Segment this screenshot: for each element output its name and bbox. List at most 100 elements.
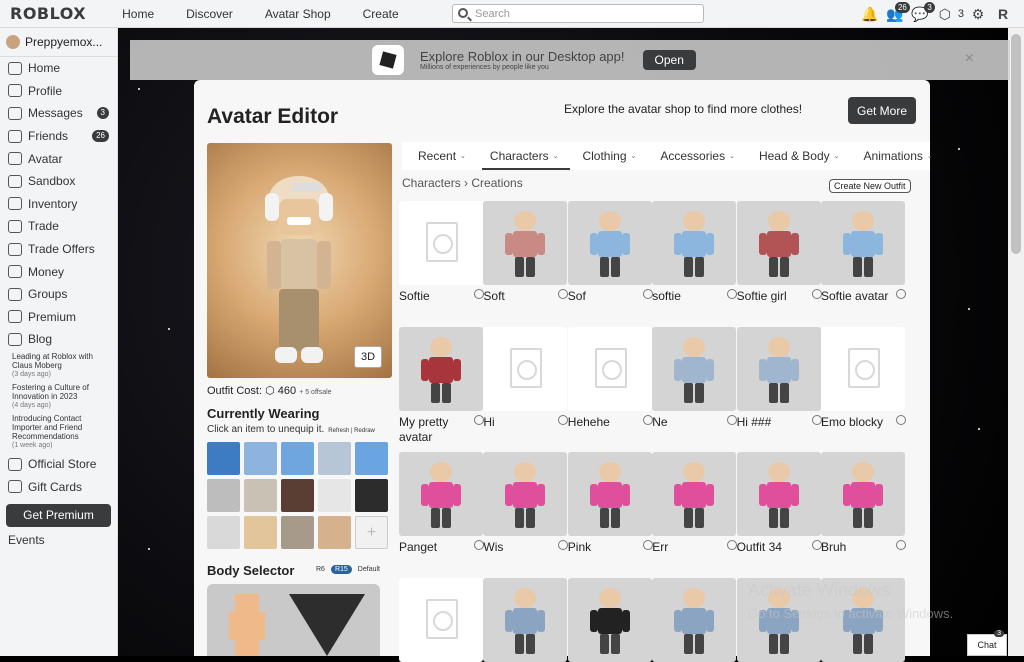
outfit-thumbnail[interactable] [399, 201, 483, 285]
outfit-card[interactable]: Pink [567, 452, 653, 555]
outfit-thumbnail[interactable] [567, 577, 652, 662]
avatar-preview[interactable]: 3D [207, 143, 392, 378]
outfit-thumbnail[interactable] [399, 452, 483, 536]
outfit-thumbnail[interactable] [483, 201, 568, 285]
outfit-card[interactable] [483, 577, 568, 662]
worn-item[interactable] [244, 479, 277, 512]
r6-option[interactable]: R6 [316, 566, 325, 573]
outfit-card[interactable]: Soft [483, 201, 569, 304]
outfit-thumbnail[interactable] [567, 201, 652, 285]
nav-home[interactable]: Home [106, 7, 170, 21]
outfit-thumbnail[interactable] [483, 452, 568, 536]
outfit-card[interactable]: Hi [483, 326, 569, 430]
outfit-card[interactable]: Softie girl [736, 201, 822, 304]
sidebar-item-inventory[interactable]: Inventory [0, 193, 117, 216]
body-selector-canvas[interactable] [207, 584, 380, 656]
sidebar-item-groups[interactable]: Groups [0, 283, 117, 306]
outfit-card[interactable]: Panget [399, 452, 484, 555]
gear-icon[interactable] [896, 289, 906, 299]
outfit-thumbnail[interactable] [652, 577, 737, 662]
sidebar-item-trade[interactable]: Trade [0, 215, 117, 238]
outfit-thumbnail[interactable] [567, 326, 652, 411]
sidebar-item-avatar[interactable]: Avatar [0, 147, 117, 170]
outfit-thumbnail[interactable] [652, 326, 737, 411]
outfit-thumbnail[interactable] [736, 326, 821, 411]
nav-create[interactable]: Create [347, 7, 415, 21]
get-premium-button[interactable]: Get Premium [6, 503, 111, 527]
worn-item[interactable] [244, 442, 277, 475]
sidebar-item-premium[interactable]: Premium [0, 306, 117, 329]
tab-head-body[interactable]: Head & Body ⌄ [743, 142, 848, 170]
robux-icon[interactable]: ⬡ [934, 3, 956, 25]
worn-item[interactable] [281, 516, 314, 549]
outfit-card[interactable]: Softie [399, 201, 484, 304]
worn-item[interactable] [355, 479, 388, 512]
outfit-card[interactable] [567, 577, 652, 662]
outfit-thumbnail[interactable] [483, 577, 568, 662]
blog-post[interactable]: Leading at Roblox with Claus Moberg (3 da… [0, 351, 117, 382]
sidebar-item-sandbox[interactable]: Sandbox [0, 170, 117, 193]
outfit-card[interactable]: Ne [652, 326, 738, 430]
outfit-card[interactable]: Wis [483, 452, 569, 555]
tab-clothing[interactable]: Clothing ⌄ [566, 142, 644, 170]
nav-avatar-shop[interactable]: Avatar Shop [249, 7, 347, 21]
outfit-card[interactable]: Hehehe [567, 326, 653, 430]
search-input[interactable]: Search [452, 4, 704, 23]
outfit-card[interactable]: Sof [567, 201, 653, 304]
worn-item[interactable] [207, 516, 240, 549]
create-new-outfit-button[interactable]: Create New Outfit [829, 179, 911, 193]
refresh-redraw-link[interactable]: Refresh | Redraw [328, 428, 375, 434]
outfit-thumbnail[interactable] [399, 577, 483, 662]
tab-characters[interactable]: Characters ⌄ [474, 142, 571, 170]
outfit-thumbnail[interactable] [567, 452, 652, 536]
worn-item[interactable] [281, 479, 314, 512]
outfit-thumbnail[interactable] [736, 452, 821, 536]
chat-button[interactable]: Chat 3 [967, 630, 1007, 656]
friends-icon[interactable]: 👥 26 [884, 2, 910, 25]
messages-icon[interactable]: 💬 3 [909, 2, 935, 25]
roblox-logo[interactable]: ROBLOX [10, 4, 86, 23]
worn-item[interactable] [281, 442, 314, 475]
nav-discover[interactable]: Discover [170, 7, 249, 21]
open-app-button[interactable]: Open [642, 50, 696, 70]
settings-gear-icon[interactable]: ⚙ [967, 3, 989, 25]
notifications-icon[interactable]: 🔔 [859, 3, 881, 25]
sidebar-item-trade-offers[interactable]: Trade Offers [0, 238, 117, 261]
outfit-thumbnail[interactable] [821, 452, 905, 536]
close-icon[interactable]: × [965, 50, 974, 68]
worn-item[interactable] [318, 442, 351, 475]
worn-item[interactable] [207, 442, 240, 475]
sidebar-item-events[interactable]: Events [0, 533, 117, 547]
outfit-thumbnail[interactable] [821, 326, 905, 411]
outfit-thumbnail[interactable] [821, 201, 905, 285]
outfit-thumbnail[interactable] [399, 326, 483, 411]
blog-post[interactable]: Introducing Contact Importer and Friend … [0, 413, 117, 453]
sidebar-item-money[interactable]: Money [0, 260, 117, 283]
outfit-card[interactable]: Emo blocky [821, 326, 906, 430]
sidebar-item-gift-cards[interactable]: Gift Cards [0, 475, 117, 498]
tab-recent[interactable]: Recent ⌄ [402, 142, 474, 170]
outfit-card[interactable] [399, 577, 483, 662]
worn-item[interactable] [318, 479, 351, 512]
sidebar-item-friends[interactable]: Friends 26 [0, 125, 117, 148]
sidebar-item-messages[interactable]: Messages 3 [0, 102, 117, 125]
sidebar-item-official-store[interactable]: Official Store [0, 453, 117, 476]
outfit-card[interactable] [652, 577, 737, 662]
roblox-r-icon[interactable]: R [992, 3, 1014, 25]
worn-item[interactable] [244, 516, 277, 549]
sidebar-item-home[interactable]: Home [0, 57, 117, 80]
outfit-thumbnail[interactable] [736, 201, 821, 285]
add-item-button[interactable]: + [355, 516, 388, 549]
toggle-3d-button[interactable]: 3D [354, 346, 382, 368]
r15-option[interactable]: R15 [330, 565, 352, 574]
gear-icon[interactable] [896, 414, 906, 425]
scrollbar-thumb[interactable] [1011, 34, 1021, 254]
outfit-thumbnail[interactable] [483, 326, 568, 411]
worn-item[interactable] [318, 516, 351, 549]
worn-item[interactable] [207, 479, 240, 512]
blog-post[interactable]: Fostering a Culture of Innovation in 202… [0, 382, 117, 413]
get-more-button[interactable]: Get More [848, 97, 916, 124]
outfit-thumbnail[interactable] [652, 201, 737, 285]
outfit-card[interactable]: Bruh [821, 452, 906, 555]
default-option[interactable]: Default [358, 566, 380, 573]
